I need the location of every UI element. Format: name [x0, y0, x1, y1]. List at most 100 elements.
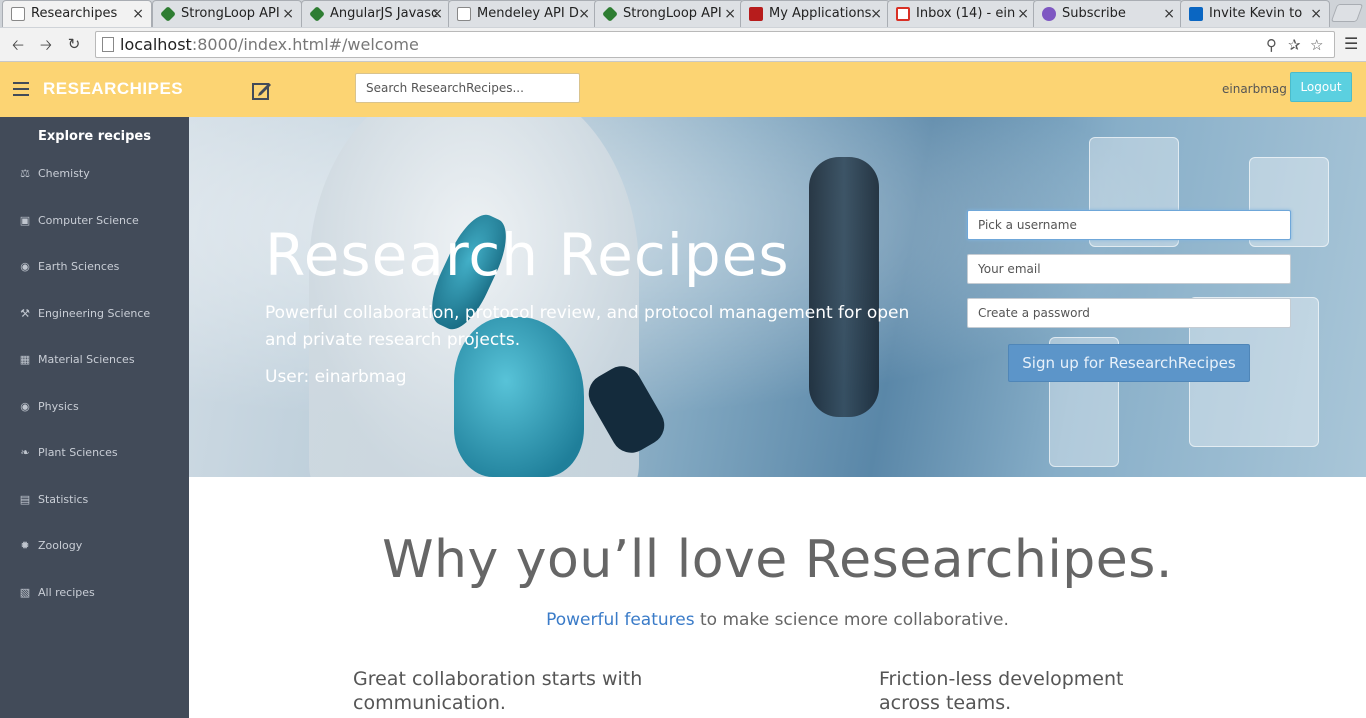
browser-menu-icon[interactable]: ☰ — [1344, 34, 1358, 53]
tab-strongloop-api[interactable]: StrongLoop API × — [152, 0, 302, 27]
tagline-text: to make science more collaborative. — [694, 610, 1009, 630]
linkedin-icon — [1189, 7, 1203, 21]
sidebar: Explore recipes ⚖ Chemisty ▣ Computer Scie… — [0, 117, 189, 718]
tab-title: StrongLoop API — [181, 6, 280, 21]
gmail-icon — [896, 7, 910, 21]
back-arrow-icon[interactable]: 🡠 — [8, 35, 28, 60]
mendeley-icon — [749, 7, 763, 21]
monitor-icon: ▣ — [19, 214, 31, 227]
extension-icon[interactable]: ✰ — [1288, 36, 1301, 54]
edit-icon[interactable] — [251, 80, 273, 102]
close-icon[interactable]: × — [431, 1, 443, 27]
strongloop-icon — [160, 6, 176, 22]
bug-icon: ✹ — [20, 539, 30, 552]
logout-button[interactable]: Logout — [1290, 72, 1352, 102]
book-icon: ▧ — [19, 586, 31, 599]
flask-icon: ⚖ — [20, 167, 30, 180]
close-icon[interactable]: × — [1163, 1, 1175, 27]
hero-title: Research Recipes — [265, 221, 790, 289]
tab-mendeley-api[interactable]: Mendeley API D × — [448, 0, 598, 27]
close-icon[interactable]: × — [1310, 1, 1322, 27]
bar-chart-icon: ▤ — [19, 493, 31, 506]
tab-title: My Applications — [769, 6, 872, 21]
page-icon — [457, 7, 471, 21]
hero-subtitle: Powerful collaboration, protocol review,… — [265, 303, 910, 350]
address-bar[interactable]: localhost:8000/index.html#/welcome ⚲ ✰ ☆ — [95, 31, 1335, 58]
sidebar-item-label: Plant Sciences — [38, 446, 118, 459]
browser-tab-strip: Researchipes × StrongLoop API × AngularJ… — [0, 0, 1366, 28]
page-icon — [102, 37, 114, 52]
atom-icon: ◉ — [20, 400, 30, 413]
feature-title-development: Friction-less development across teams. — [879, 668, 1124, 714]
sidebar-item-label: Zoology — [38, 539, 83, 552]
sidebar-title: Explore recipes — [38, 129, 151, 144]
why-heading: Why you’ll love Researchipes. — [382, 530, 1173, 590]
close-icon[interactable]: × — [1017, 1, 1029, 27]
hero-user-line: User: einarbmag — [265, 367, 407, 387]
sidebar-item-statistics[interactable]: ▤ Statistics — [0, 485, 189, 515]
feature-title-collaboration: Great collaboration starts with communic… — [353, 668, 643, 714]
tab-strongloop-api-2[interactable]: StrongLoop API × — [594, 0, 744, 27]
sidebar-item-plant-sciences[interactable]: ❧ Plant Sciences — [0, 438, 189, 468]
reload-icon[interactable]: ↻ — [64, 35, 84, 53]
sidebar-item-all-recipes[interactable]: ▧ All recipes — [0, 578, 189, 608]
tab-my-applications[interactable]: My Applications × — [740, 0, 890, 27]
sidebar-item-label: Material Sciences — [38, 353, 135, 366]
leaf-icon: ❧ — [20, 446, 30, 459]
sidebar-item-engineering-science[interactable]: ⚒ Engineering Science — [0, 299, 189, 329]
close-icon[interactable]: × — [578, 1, 590, 27]
subscribe-icon — [1042, 7, 1056, 21]
grid-icon: ▦ — [19, 353, 31, 366]
password-field[interactable] — [967, 298, 1291, 328]
page-icon — [11, 7, 25, 21]
tab-title: Invite Kevin to — [1209, 6, 1303, 21]
tab-title: Subscribe — [1062, 6, 1126, 21]
sidebar-item-label: Statistics — [38, 493, 89, 506]
sidebar-item-label: Physics — [38, 400, 79, 413]
tab-title: Researchipes — [31, 6, 118, 21]
sidebar-item-physics[interactable]: ◉ Physics — [0, 392, 189, 422]
bookmark-star-icon[interactable]: ☆ — [1310, 36, 1323, 54]
tab-researchipes[interactable]: Researchipes × — [2, 0, 152, 27]
tab-title: Inbox (14) - ein — [916, 6, 1016, 21]
tab-invite-kevin[interactable]: Invite Kevin to × — [1180, 0, 1330, 27]
sidebar-item-material-sciences[interactable]: ▦ Material Sciences — [0, 345, 189, 375]
app-header: RESEARCHIPES einarbmag Logout — [0, 62, 1366, 117]
url-text: localhost:8000/index.html#/welcome — [120, 35, 419, 54]
strongloop-icon — [309, 6, 325, 22]
username-field[interactable] — [967, 210, 1291, 240]
tab-title: StrongLoop API — [623, 6, 722, 21]
why-tagline: Powerful features to make science more c… — [189, 610, 1366, 630]
sidebar-item-computer-science[interactable]: ▣ Computer Science — [0, 206, 189, 236]
sidebar-item-earth-sciences[interactable]: ◉ Earth Sciences — [0, 252, 189, 282]
tab-title: Mendeley API D — [477, 6, 579, 21]
sidebar-item-label: Chemisty — [38, 167, 90, 180]
header-username: einarbmag — [1222, 82, 1287, 96]
sidebar-item-label: All recipes — [38, 586, 95, 599]
tab-inbox[interactable]: Inbox (14) - ein × — [887, 0, 1037, 27]
sidebar-item-chemistry[interactable]: ⚖ Chemisty — [0, 159, 189, 189]
brand-logo[interactable]: RESEARCHIPES — [43, 79, 183, 99]
hero-banner: Research Recipes Powerful collaboration,… — [189, 117, 1366, 477]
tab-angularjs[interactable]: AngularJS Javasc × — [301, 0, 451, 27]
email-field[interactable] — [967, 254, 1291, 284]
sidebar-item-zoology[interactable]: ✹ Zoology — [0, 531, 189, 561]
forward-arrow-icon[interactable]: 🡢 — [36, 35, 56, 60]
browser-toolbar: 🡠 🡢 ↻ localhost:8000/index.html#/welcome… — [0, 28, 1366, 62]
globe-icon: ◉ — [20, 260, 30, 273]
zoom-icon[interactable]: ⚲ — [1266, 36, 1277, 54]
tab-title: AngularJS Javasc — [330, 6, 439, 21]
close-icon[interactable]: × — [870, 1, 882, 27]
sidebar-item-label: Computer Science — [38, 214, 139, 227]
sidebar-item-label: Engineering Science — [38, 307, 151, 320]
signup-button[interactable]: Sign up for ResearchRecipes — [1008, 344, 1250, 382]
hamburger-menu-icon[interactable] — [13, 82, 29, 96]
close-icon[interactable]: × — [132, 1, 144, 27]
search-input[interactable] — [355, 73, 580, 103]
wrench-icon: ⚒ — [20, 307, 30, 320]
close-icon[interactable]: × — [282, 1, 294, 27]
close-icon[interactable]: × — [724, 1, 736, 27]
new-tab-button[interactable] — [1330, 4, 1364, 22]
powerful-features-link[interactable]: Powerful features — [546, 610, 695, 630]
tab-subscribe[interactable]: Subscribe × — [1033, 0, 1183, 27]
